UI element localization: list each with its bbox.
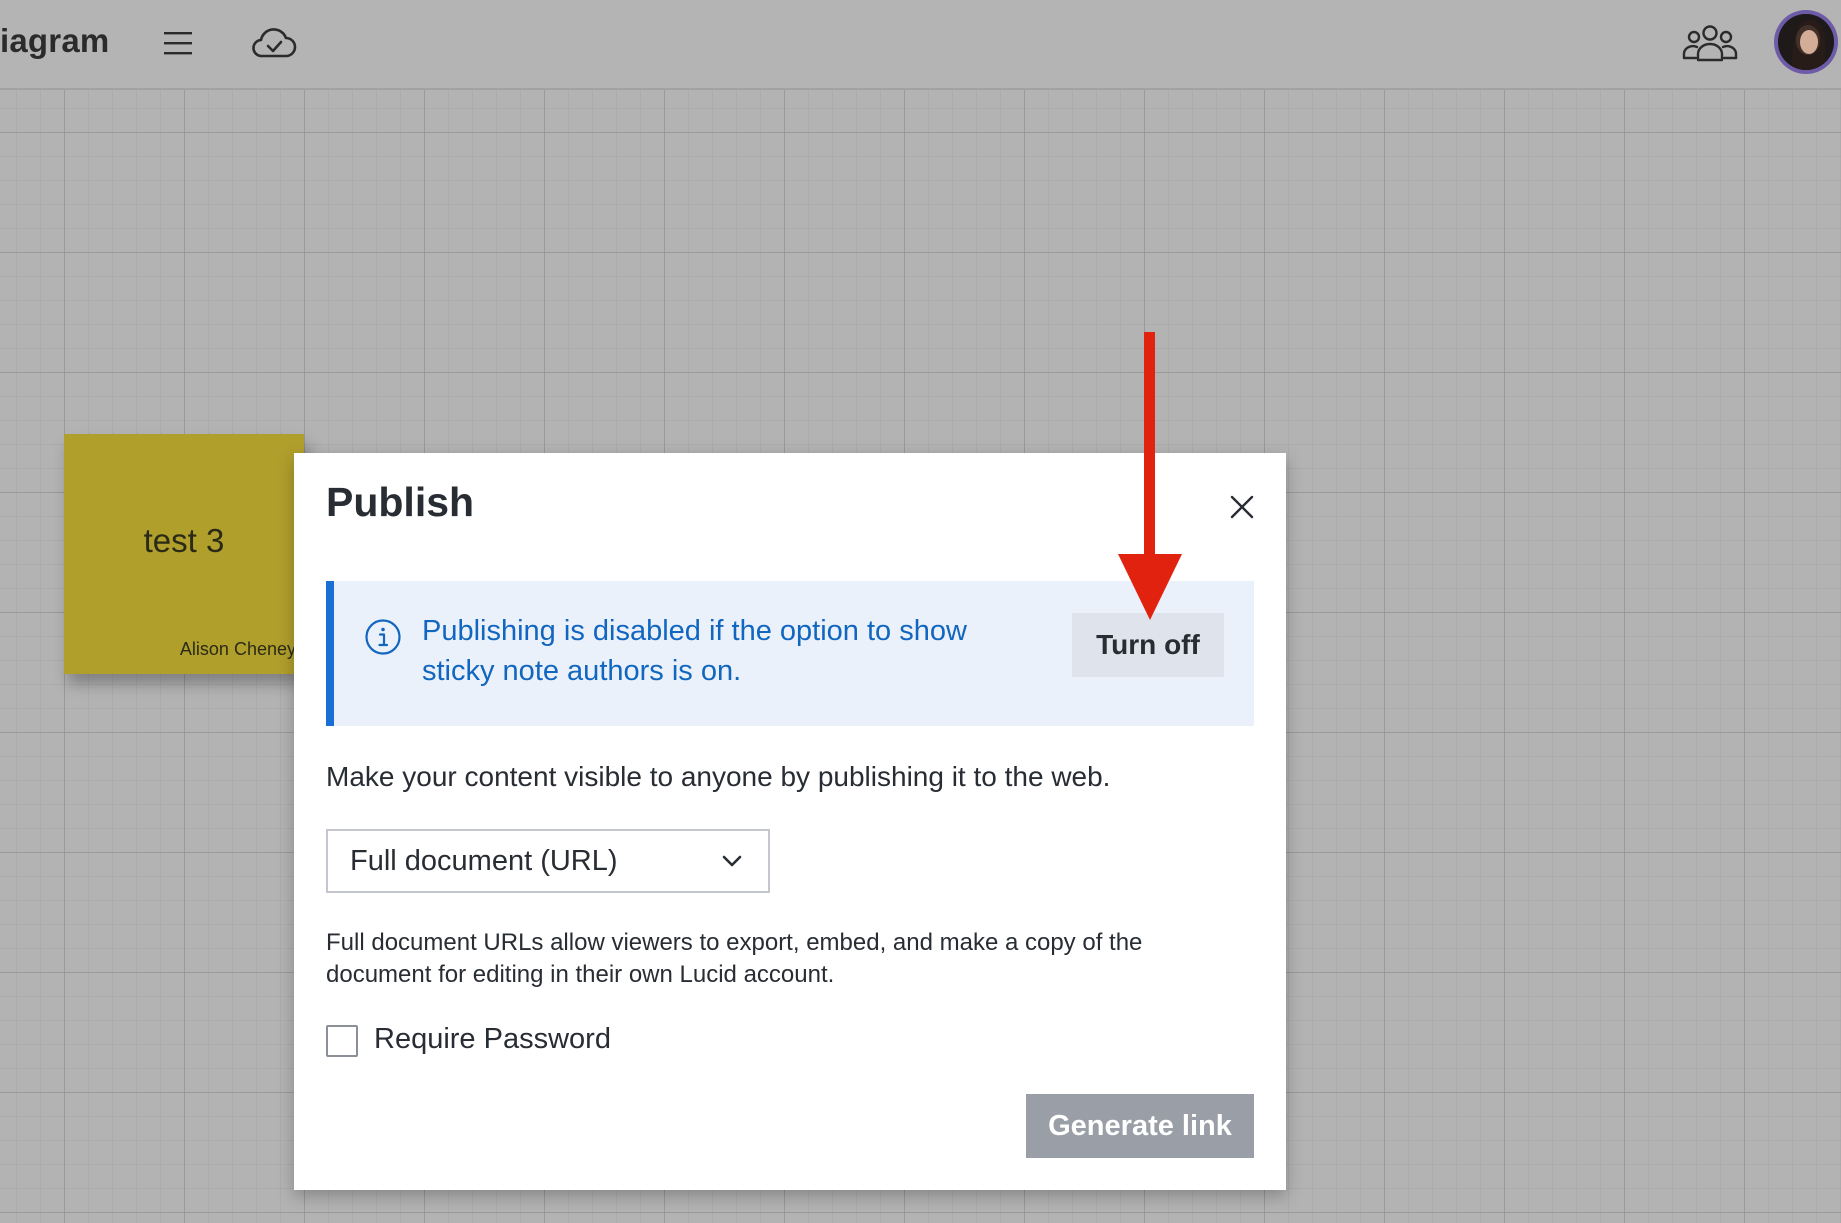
turn-off-button[interactable]: Turn off [1072,613,1224,677]
hamburger-menu-icon[interactable] [160,28,196,58]
close-icon[interactable] [1222,487,1262,527]
require-password-label[interactable]: Require Password [374,1023,611,1056]
sticky-note-author: Alison Cheney [179,639,296,659]
avatar[interactable] [1774,10,1838,74]
sticky-note-text: test 3 [143,522,225,559]
top-bar: iagram [0,0,1841,90]
require-password-checkbox[interactable] [326,1025,358,1057]
info-banner-message: Publishing is disabled if the option to … [422,615,967,687]
generate-link-button[interactable]: Generate link [1026,1094,1254,1158]
avatar-image [1778,14,1834,70]
dialog-title: Publish [326,479,475,525]
chevron-down-icon [722,855,742,867]
sticky-note[interactable]: test 3 Alison Cheney [64,434,304,674]
cloud-saved-icon [252,28,297,58]
annotation-arrow [1118,332,1182,620]
app-title: iagram [0,22,110,59]
publish-type-selected-value: Full document (URL) [350,845,618,877]
publish-type-select[interactable]: Full document (URL) [326,829,770,893]
publish-helper-text: Full document URLs allow viewers to expo… [326,929,1143,988]
info-icon [365,619,401,655]
publish-description: Make your content visible to anyone by p… [326,761,1111,792]
people-group-icon[interactable] [1682,22,1738,66]
